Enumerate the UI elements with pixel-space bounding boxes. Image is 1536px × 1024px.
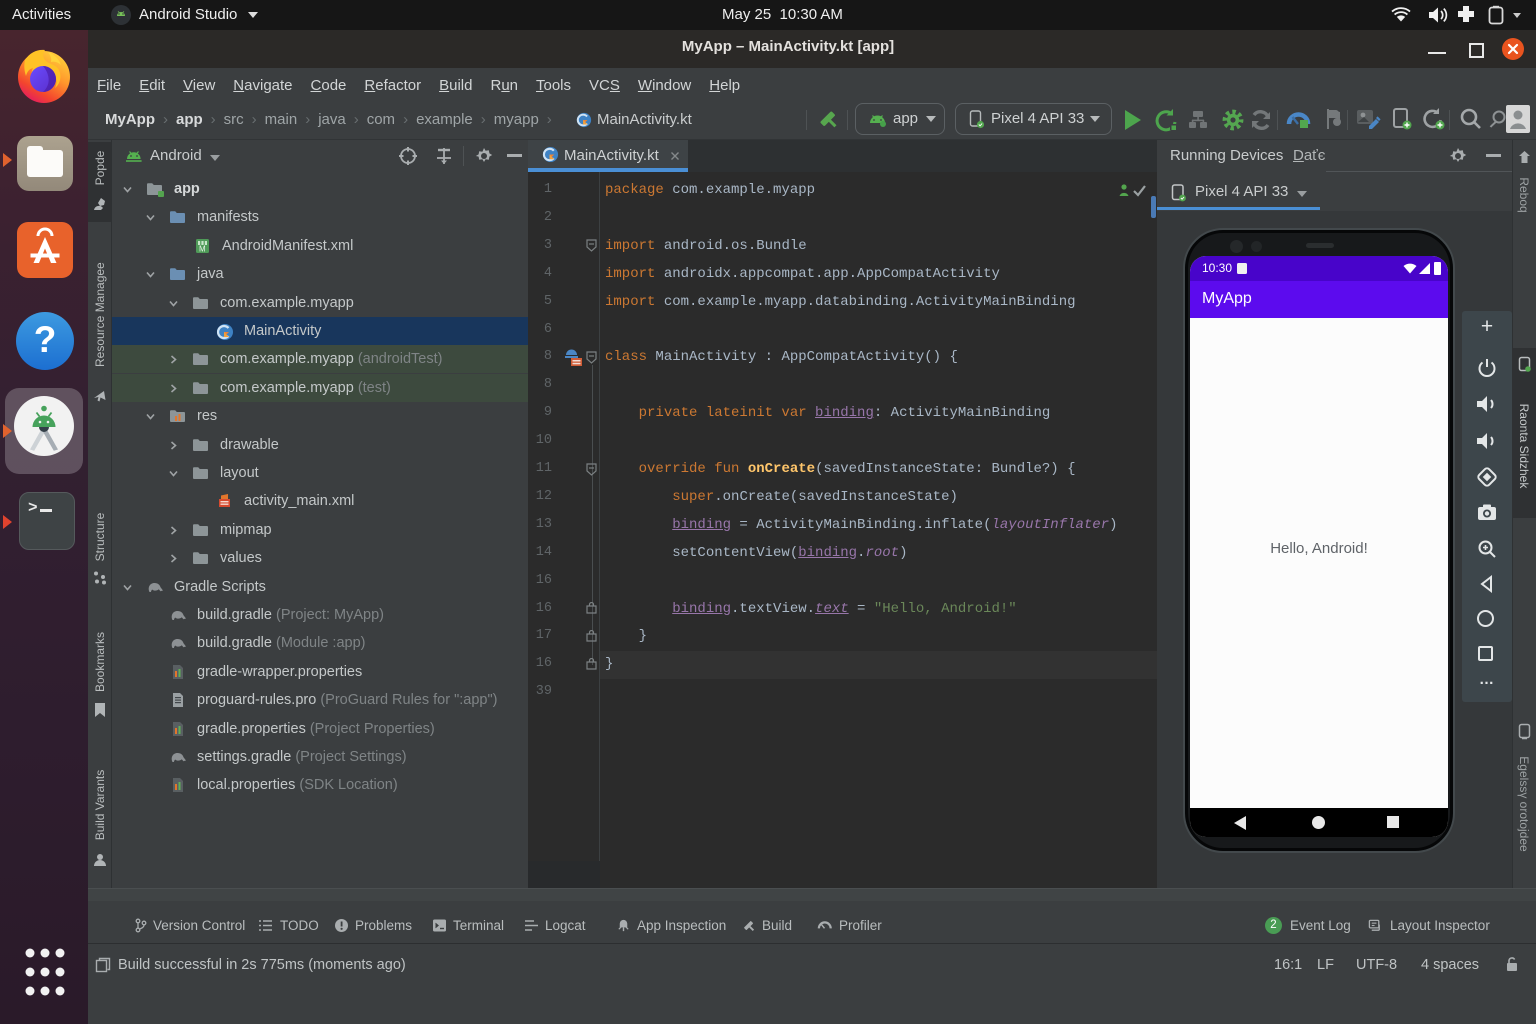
svg-text:M: M bbox=[199, 244, 206, 253]
